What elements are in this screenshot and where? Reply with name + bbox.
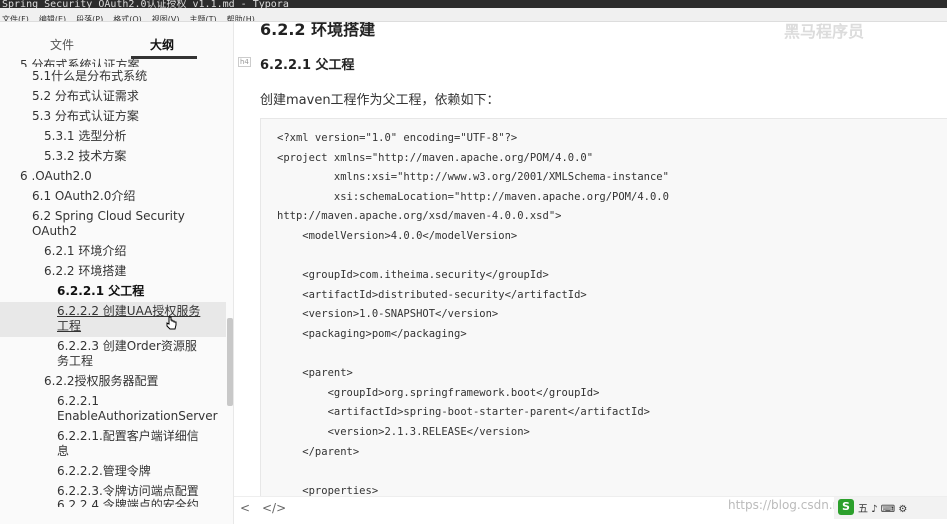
h4-marker-icon: h4 bbox=[238, 57, 251, 67]
outline-item-label: 5.3 分布式认证方案 bbox=[32, 109, 139, 123]
outline-item-label: 6.2.2.1.配置客户端详细信息 bbox=[57, 429, 199, 458]
outline-item-label: 5.3.1 选型分析 bbox=[44, 129, 127, 143]
outline-item[interactable]: 6.2.2.1 父工程 bbox=[0, 282, 226, 302]
paragraph[interactable]: 创建maven工程作为父工程，依赖如下： bbox=[260, 89, 500, 108]
outline-item-label: 6.2.2.3 创建Order资源服务工程 bbox=[57, 339, 197, 368]
outline-item[interactable]: 5.3 分布式认证方案 bbox=[0, 107, 226, 127]
outline-item[interactable]: 5.2 分布式认证需求 bbox=[0, 87, 226, 107]
outline-item[interactable]: 5.3.2 技术方案 bbox=[0, 147, 226, 167]
sidebar: 文件 大纲 5.分布式系统认证方案 5.1什么是分布式系统 5.2 分布式认证需求 5… bbox=[0, 22, 234, 524]
outline-item[interactable]: 6.2.2 环境搭建 bbox=[0, 262, 226, 282]
outline-item[interactable]: 6.2.2.1.配置客户端详细信息 bbox=[0, 427, 226, 462]
outline-item[interactable]: 6.2.2.1 EnableAuthorizationServer bbox=[0, 392, 226, 427]
outline-item-label: 6 .OAuth2.0 bbox=[20, 169, 92, 183]
tab-files[interactable]: 文件 bbox=[50, 36, 74, 53]
window-title: Spring Security OAuth2.0认证授权_v1.1.md - T… bbox=[2, 0, 289, 8]
outline-item-label: 6.2.1 环境介绍 bbox=[44, 244, 127, 258]
outline-item-label: 5.2 分布式认证需求 bbox=[32, 89, 139, 103]
outline-item-label: 5.分布式系统认证方案 bbox=[20, 58, 140, 67]
outline-item-label: 5.1什么是分布式系统 bbox=[32, 69, 148, 83]
outline-item[interactable]: 6.2 Spring Cloud Security OAuth2 bbox=[0, 207, 226, 242]
outline-item-label: 6.2.2授权服务器配置 bbox=[44, 374, 159, 388]
outline-item[interactable]: 6 .OAuth2.0 bbox=[0, 167, 226, 187]
hand-cursor-icon bbox=[166, 316, 177, 330]
outline-item[interactable]: 5.分布式系统认证方案 bbox=[0, 56, 226, 67]
outline-item[interactable]: 5.3.1 选型分析 bbox=[0, 127, 226, 147]
heading-h3[interactable]: 6.2.2 环境搭建 bbox=[260, 22, 375, 40]
source-mode-button[interactable]: </> bbox=[262, 501, 286, 515]
outline-item[interactable]: 6.2.2.2.管理令牌 bbox=[0, 462, 226, 482]
heading-h4[interactable]: 6.2.2.1 父工程 bbox=[260, 54, 355, 73]
outline-item[interactable]: 6.2.2.2 创建UAA授权服务工程 bbox=[0, 302, 226, 337]
outline-item[interactable]: 6.1 OAuth2.0介绍 bbox=[0, 187, 226, 207]
menu-item[interactable]: 视图(V) bbox=[150, 14, 182, 21]
back-button[interactable]: < bbox=[240, 501, 250, 515]
editor-area: 黑马程序员 6.2.2 环境搭建 h4 6.2.2.1 父工程 创建maven工… bbox=[234, 22, 947, 524]
tab-outline[interactable]: 大纲 bbox=[150, 36, 174, 53]
outline-item-label: 6.2.2.1 EnableAuthorizationServer bbox=[57, 394, 218, 423]
outline-item-label: 6.2 Spring Cloud Security OAuth2 bbox=[32, 209, 185, 238]
ime-logo-icon[interactable]: S bbox=[838, 499, 854, 515]
outline-item[interactable]: 6.2.1 环境介绍 bbox=[0, 242, 226, 262]
menu-bar: 文件(F) 编辑(E) 段落(P) 格式(O) 视图(V) 主题(T) 帮助(H) bbox=[0, 8, 947, 22]
ime-tray: S 五 ♪ ⌨ ⚙ bbox=[834, 497, 947, 519]
ime-status[interactable]: 五 ♪ ⌨ ⚙ bbox=[858, 500, 907, 515]
outline-item[interactable]: 5.1什么是分布式系统 bbox=[0, 67, 226, 87]
outline-list: 5.分布式系统认证方案 5.1什么是分布式系统 5.2 分布式认证需求 5.3 分布式… bbox=[0, 58, 226, 507]
menu-item[interactable]: 编辑(E) bbox=[37, 14, 68, 21]
outline-item-label: 6.2.2.4.令牌端点的安全约束 bbox=[57, 498, 199, 507]
watermark-logo: 黑马程序员 bbox=[784, 22, 865, 41]
outline-item-label: 6.2.2.1 父工程 bbox=[57, 284, 145, 298]
menu-item[interactable]: 帮助(H) bbox=[225, 14, 257, 21]
menu-item[interactable]: 段落(P) bbox=[74, 14, 105, 21]
outline-item[interactable]: 6.2.2.3 创建Order资源服务工程 bbox=[0, 337, 226, 372]
outline-item[interactable]: 6.2.2.4.令牌端点的安全约束 bbox=[0, 496, 226, 507]
window-titlebar: Spring Security OAuth2.0认证授权_v1.1.md - T… bbox=[0, 0, 947, 8]
code-text[interactable]: <?xml version="1.0" encoding="UTF-8"?> <… bbox=[261, 119, 947, 501]
menu-item[interactable]: 文件(F) bbox=[0, 14, 31, 21]
outline-item-label: 6.2.2.2 创建UAA授权服务工程 bbox=[57, 304, 201, 333]
menu-item[interactable]: 主题(T) bbox=[187, 14, 218, 21]
code-block[interactable]: <?xml version="1.0" encoding="UTF-8"?> <… bbox=[260, 118, 947, 520]
outline-item-label: 6.2.2 环境搭建 bbox=[44, 264, 127, 278]
outline-item[interactable]: 6.2.2授权服务器配置 bbox=[0, 372, 226, 392]
outline-item-label: 6.2.2.2.管理令牌 bbox=[57, 464, 151, 478]
outline-item-label: 5.3.2 技术方案 bbox=[44, 149, 127, 163]
menu-item[interactable]: 格式(O) bbox=[111, 14, 144, 21]
outline-item-label: 6.1 OAuth2.0介绍 bbox=[32, 189, 136, 203]
sidebar-scrollbar[interactable] bbox=[227, 318, 233, 406]
